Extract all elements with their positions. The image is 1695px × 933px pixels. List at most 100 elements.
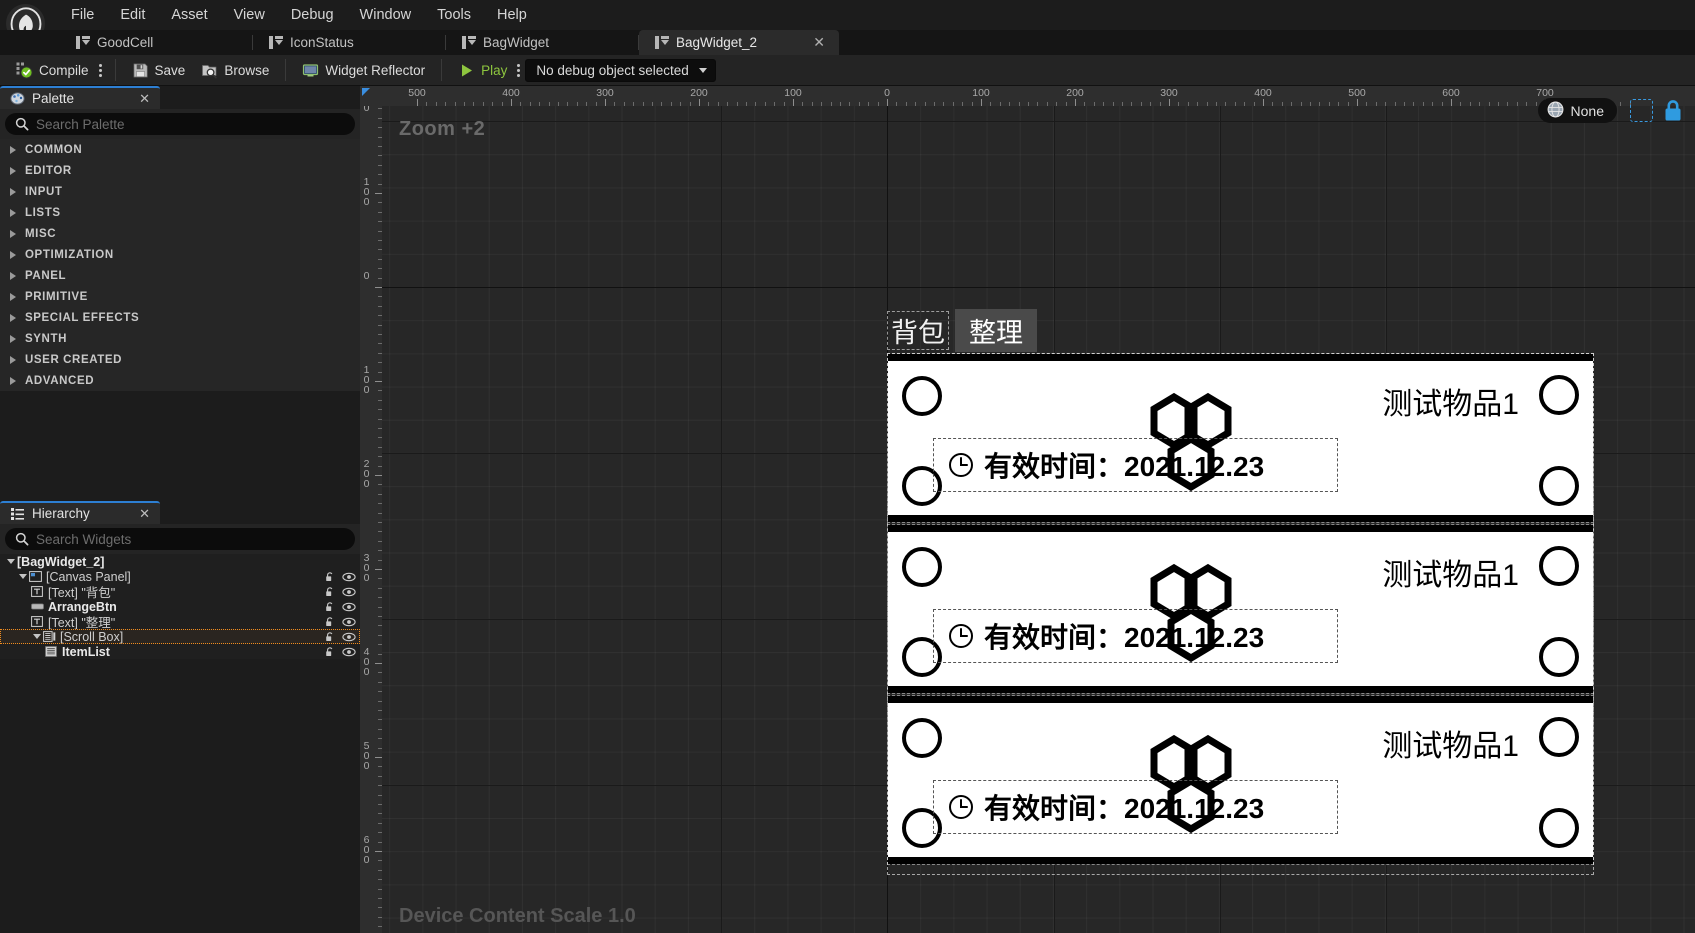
search-input[interactable] <box>36 116 345 132</box>
arrange-button[interactable]: 整理 <box>955 308 1037 352</box>
hierarchy-search-box[interactable] <box>5 528 355 550</box>
eye-icon[interactable] <box>342 586 356 598</box>
debug-object-select[interactable]: No debug object selected <box>525 58 716 82</box>
tree-node-text-beibao[interactable]: [Text] "背包" <box>0 584 360 600</box>
ruler-tick-minor <box>378 240 382 241</box>
lock-open-icon[interactable] <box>324 646 336 658</box>
menu-item-edit[interactable]: Edit <box>107 4 158 26</box>
eye-icon[interactable] <box>342 616 356 628</box>
palette-category-input[interactable]: INPUT <box>0 181 360 202</box>
preview-scroll-box[interactable]: 测试物品1 有效时间：2021.12.23 测试物品1 有效时间：2021.12… <box>887 353 1594 875</box>
save-button[interactable]: Save <box>124 59 194 82</box>
palette-category-common[interactable]: COMMON <box>0 139 360 160</box>
palette-category-synth[interactable]: SYNTH <box>0 328 360 349</box>
menu-item-debug[interactable]: Debug <box>278 4 347 26</box>
tree-node-itemlist[interactable]: ItemList <box>0 644 360 659</box>
item-time-box: 有效时间：2021.12.23 <box>933 780 1338 834</box>
expander-down-icon[interactable] <box>30 634 43 639</box>
selection-box-icon[interactable] <box>1630 99 1653 122</box>
ruler-tick-minor <box>378 136 382 138</box>
lock-open-icon[interactable] <box>324 631 336 643</box>
ruler-tick-minor <box>378 710 382 711</box>
tree-node-bagwidget-2[interactable]: [BagWidget_2] <box>0 554 360 569</box>
palette-category-primitive[interactable]: PRIMITIVE <box>0 286 360 307</box>
palette-category-panel[interactable]: PANEL <box>0 265 360 286</box>
palette-category-user-created[interactable]: USER CREATED <box>0 349 360 370</box>
ruler-tick-minor <box>529 102 531 106</box>
palette-category-editor[interactable]: EDITOR <box>0 160 360 181</box>
tree-node-actions <box>324 571 356 583</box>
asset-tab-bagwidget-2[interactable]: BagWidget_2 ✕ <box>639 30 839 55</box>
close-icon[interactable]: ✕ <box>123 91 150 107</box>
asset-tab-iconstatus[interactable]: IconStatus <box>253 30 446 55</box>
ruler-tick-minor <box>378 324 382 326</box>
palette-category-special-effects[interactable]: SPECIAL EFFECTS <box>0 307 360 328</box>
ruler-tick-minor <box>830 102 832 106</box>
lock-open-icon[interactable] <box>324 601 336 613</box>
ruler-tick-minor <box>378 202 382 204</box>
menu-item-help[interactable]: Help <box>484 4 540 26</box>
menu-item-tools[interactable]: Tools <box>424 4 484 26</box>
palette-search-box[interactable] <box>5 113 355 135</box>
eye-icon[interactable] <box>342 571 356 583</box>
screen-size-button[interactable]: None <box>1537 98 1617 123</box>
palette-category-misc[interactable]: MISC <box>0 223 360 244</box>
palette-category-optimization[interactable]: OPTIMIZATION <box>0 244 360 265</box>
ruler-tick-minor <box>378 625 382 627</box>
ruler-tick-minor <box>378 277 382 279</box>
menu-item-file[interactable]: File <box>58 4 107 26</box>
lock-closed-icon[interactable] <box>1661 98 1685 123</box>
asset-tab-bagwidget[interactable]: BagWidget <box>446 30 639 55</box>
vertical-ruler[interactable]: 200 100 0 100 200 300 400 500 600 <box>360 106 382 933</box>
ruler-tick-minor <box>378 296 382 298</box>
item-card[interactable]: 测试物品1 有效时间：2021.12.23 <box>887 695 1594 865</box>
compile-options-button[interactable] <box>97 63 107 77</box>
ruler-tick-minor <box>378 606 382 608</box>
tab-hierarchy[interactable]: Hierarchy ✕ <box>0 501 160 524</box>
lock-open-icon[interactable] <box>324 586 336 598</box>
designer-viewport[interactable]: 5004003002001000100200300400500600700 20… <box>360 86 1695 933</box>
asset-tab-goodcell[interactable]: GoodCell <box>60 30 253 55</box>
item-card[interactable]: 测试物品1 有效时间：2021.12.23 <box>887 353 1594 523</box>
menu-item-asset[interactable]: Asset <box>158 4 220 26</box>
menu-item-window[interactable]: Window <box>347 4 425 26</box>
ruler-tick <box>375 851 382 852</box>
palette-category-advanced[interactable]: ADVANCED <box>0 370 360 391</box>
lock-open-icon[interactable] <box>324 616 336 628</box>
tab-palette[interactable]: Palette ✕ <box>0 86 160 109</box>
play-button[interactable]: Play <box>450 59 515 82</box>
menu-item-view[interactable]: View <box>221 4 278 26</box>
ruler-tick-minor <box>990 102 992 106</box>
item-card[interactable]: 测试物品1 有效时间：2021.12.23 <box>887 524 1594 694</box>
tree-node-scroll-box[interactable]: [Scroll Box] <box>0 629 360 644</box>
search-input[interactable] <box>36 531 345 547</box>
device-content-scale-label: Device Content Scale 1.0 <box>399 905 636 927</box>
eye-icon[interactable] <box>342 631 356 643</box>
clock-icon <box>948 794 974 820</box>
eye-icon[interactable] <box>342 601 356 613</box>
category-label: INPUT <box>25 185 63 198</box>
ruler-tick-minor <box>378 155 382 157</box>
chevron-right-icon <box>10 208 16 217</box>
eye-icon[interactable] <box>342 646 356 658</box>
horizontal-ruler[interactable]: 500 400 300 200 100 0 100 200 300 400 500 600 700 <box>382 86 1695 106</box>
ruler-tick-minor <box>378 503 382 505</box>
item-time-box: 有效时间：2021.12.23 <box>933 609 1338 663</box>
tree-node-text-zhengli[interactable]: [Text] "整理" <box>0 614 360 630</box>
asset-tab-label: BagWidget_2 <box>676 35 758 50</box>
corner-circle-icon <box>902 376 942 416</box>
close-icon[interactable]: ✕ <box>813 34 825 51</box>
expander-down-icon[interactable] <box>16 574 29 579</box>
design-canvas[interactable]: Zoom +2 Device Content Scale 1.0 背包 整理 测… <box>382 106 1695 933</box>
browse-button[interactable]: Browse <box>193 59 277 82</box>
ruler-tick-minor <box>378 512 382 514</box>
ruler-tick-minor <box>378 587 382 589</box>
close-icon[interactable]: ✕ <box>123 506 150 522</box>
lock-open-icon[interactable] <box>324 571 336 583</box>
expander-down-icon[interactable] <box>4 559 17 564</box>
palette-category-lists[interactable]: LISTS <box>0 202 360 223</box>
widget-reflector-button[interactable]: Widget Reflector <box>294 59 433 82</box>
play-options-button[interactable] <box>515 63 525 77</box>
compile-button[interactable]: Compile <box>8 59 97 82</box>
ruler-tick-minor <box>1507 102 1509 106</box>
